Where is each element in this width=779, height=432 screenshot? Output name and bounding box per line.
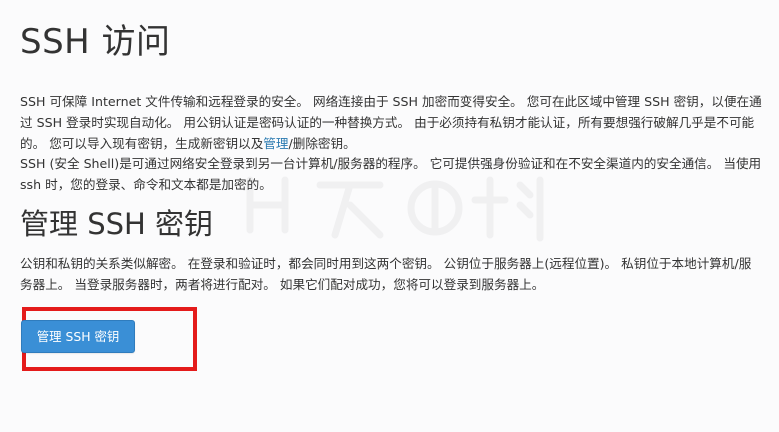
intro-paragraph-1: SSH 可保障 Internet 文件传输和远程登录的安全。 网络连接由于 SS… xyxy=(20,91,762,154)
intro-text-after-link: /删除密钥。 xyxy=(288,136,356,151)
manage-ssh-keys-button[interactable]: 管理 SSH 密钥 xyxy=(21,320,135,353)
manage-link[interactable]: 管理 xyxy=(263,136,288,151)
intro-text-before-link: SSH 可保障 Internet 文件传输和远程登录的安全。 网络连接由于 SS… xyxy=(20,94,762,151)
manage-ssh-keys-heading: 管理 SSH 密钥 xyxy=(20,207,214,241)
intro-paragraph-2: SSH (安全 Shell)是可通过网络安全登录到另一台计算机/服务器的程序。 … xyxy=(20,156,762,192)
manage-description: 公钥和私钥的关系类似解密。 在登录和验证时，都会同时用到这两个密钥。 公钥位于服… xyxy=(20,256,752,292)
page-title: SSH 访问 xyxy=(20,22,171,62)
